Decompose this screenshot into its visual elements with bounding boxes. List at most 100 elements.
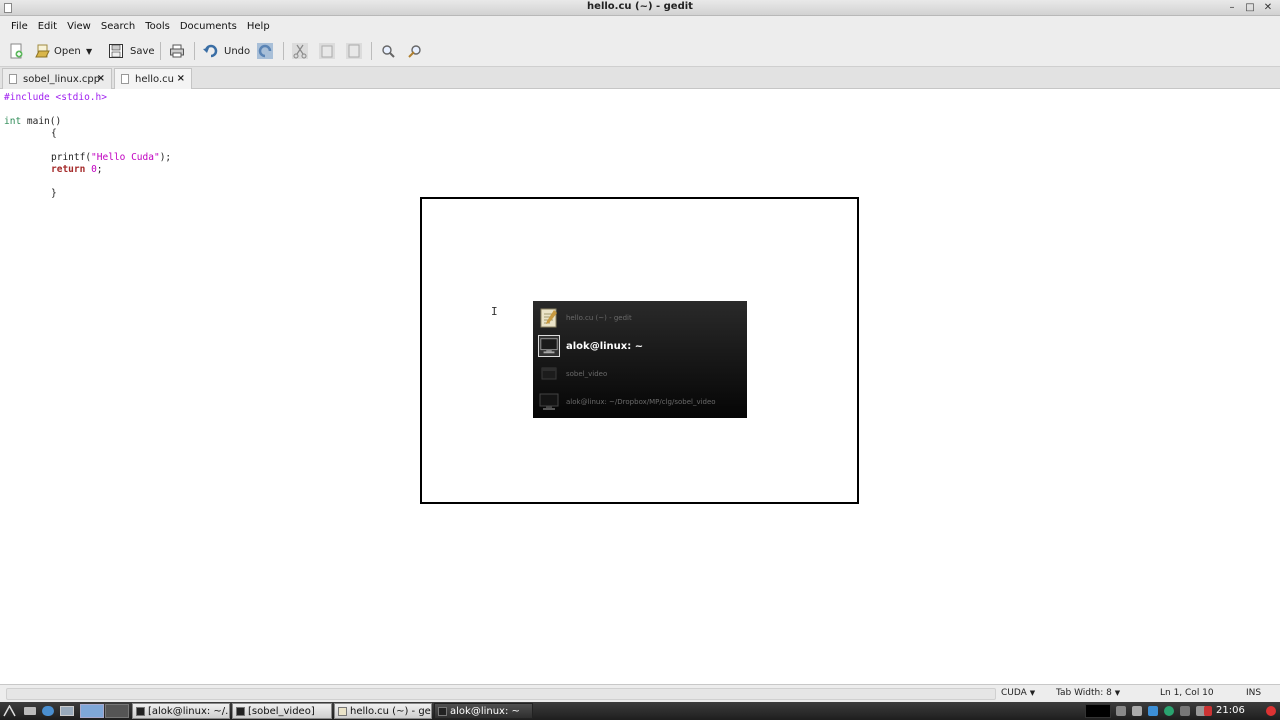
dropbox-icon[interactable] xyxy=(1148,706,1158,716)
toolbar-separator xyxy=(194,42,195,60)
status-bar: CUDA ▼ Tab Width: 8 ▼ Ln 1, Col 10 INS xyxy=(0,684,1280,702)
code-line: #include <stdio.h> xyxy=(4,92,107,103)
open-button[interactable]: Open xyxy=(34,41,81,61)
clock: 21:06 xyxy=(1216,705,1245,716)
text-editor-icon xyxy=(540,308,557,328)
undo-button[interactable]: Undo xyxy=(203,41,250,61)
paste-button[interactable] xyxy=(346,41,362,61)
new-button[interactable] xyxy=(8,41,24,61)
file-icon xyxy=(9,74,17,84)
browser-icon[interactable] xyxy=(42,706,54,716)
menu-tools[interactable]: Tools xyxy=(140,21,175,32)
taskbar: [alok@linux: ~/... [sobel_video] hello.c… xyxy=(0,702,1280,720)
code-line: } xyxy=(51,188,57,199)
minimize-all-icon[interactable] xyxy=(24,707,36,715)
menu-edit[interactable]: Edit xyxy=(33,21,62,32)
language-selector[interactable]: CUDA ▼ xyxy=(1001,688,1035,698)
terminal-icon xyxy=(539,393,559,410)
replace-icon xyxy=(408,45,421,58)
toolbar-separator xyxy=(283,42,284,60)
workspace-1[interactable] xyxy=(80,704,104,718)
print-button[interactable] xyxy=(169,41,185,61)
close-tab-icon[interactable]: × xyxy=(177,73,185,84)
close-tab-icon[interactable]: × xyxy=(97,73,105,84)
toolbar: Open ▼ Save Undo xyxy=(0,36,1280,67)
save-label: Save xyxy=(130,45,155,57)
terminal-icon xyxy=(136,706,145,716)
task-sobel-video[interactable]: [sobel_video] xyxy=(232,703,332,719)
switcher-item-gedit[interactable]: hello.cu (~) - gedit xyxy=(533,304,747,332)
cursor-position: Ln 1, Col 10 xyxy=(1160,688,1214,698)
find-button[interactable] xyxy=(380,41,396,61)
power-icon[interactable] xyxy=(1266,706,1276,716)
copy-button[interactable] xyxy=(319,41,335,61)
file-icon xyxy=(121,74,129,84)
task-terminal-home[interactable]: alok@linux: ~ xyxy=(434,703,533,719)
terminal-icon xyxy=(538,335,560,357)
save-icon xyxy=(109,44,123,58)
code-line: printf("Hello Cuda"); xyxy=(51,152,172,163)
record-icon[interactable] xyxy=(1204,706,1212,716)
tab-hello-cu[interactable]: hello.cu × xyxy=(114,68,192,89)
menu-documents[interactable]: Documents xyxy=(175,21,242,32)
paste-icon xyxy=(346,43,362,59)
text-cursor-icon: I xyxy=(491,305,498,318)
switcher-item-terminal-home[interactable]: alok@linux: ~ xyxy=(533,332,747,360)
terminal-icon xyxy=(438,706,447,716)
code-line: return 0; xyxy=(51,164,103,175)
chevron-down-icon: ▼ xyxy=(86,46,93,56)
insert-mode: INS xyxy=(1246,688,1262,698)
open-label: Open xyxy=(54,45,81,57)
undo-icon xyxy=(203,44,218,58)
replace-button[interactable] xyxy=(407,41,423,61)
chevron-down-icon: ▼ xyxy=(1114,689,1121,697)
save-button[interactable]: Save xyxy=(108,41,155,61)
close-button[interactable]: ✕ xyxy=(1262,2,1274,13)
toolbar-separator xyxy=(160,42,161,60)
tab-label: hello.cu xyxy=(135,73,175,85)
redo-icon xyxy=(257,43,273,59)
status-message-area xyxy=(6,688,996,700)
task-gedit[interactable]: hello.cu (~) - gedit xyxy=(334,703,432,719)
title-bar: hello.cu (~) - gedit – □ ✕ xyxy=(0,0,1280,16)
cut-button[interactable] xyxy=(292,41,308,61)
menu-search[interactable]: Search xyxy=(96,21,140,32)
tab-label: sobel_linux.cpp xyxy=(23,73,101,85)
code-line: int main() xyxy=(4,116,62,127)
undo-label: Undo xyxy=(224,45,251,57)
notes-icon[interactable] xyxy=(1132,706,1142,716)
switcher-item-terminal-sobel[interactable]: alok@linux: ~/Dropbox/MP/clg/sobel_video xyxy=(533,388,747,416)
print-icon xyxy=(170,44,184,58)
window-title: hello.cu (~) - gedit xyxy=(587,1,693,12)
cpu-monitor xyxy=(1085,704,1111,718)
start-menu-icon[interactable] xyxy=(3,705,16,717)
redo-button[interactable] xyxy=(257,41,273,61)
copy-icon xyxy=(319,43,335,59)
tab-bar: sobel_linux.cpp × hello.cu × xyxy=(0,67,1280,89)
code-line: { xyxy=(51,128,57,139)
menu-bar: File Edit View Search Tools Documents He… xyxy=(0,16,1280,36)
network-icon[interactable] xyxy=(1164,706,1174,716)
battery-icon[interactable] xyxy=(1180,706,1190,716)
workspace-2[interactable] xyxy=(105,704,129,718)
menu-file[interactable]: File xyxy=(6,21,33,32)
switcher-item-sobel-video[interactable]: sobel_video xyxy=(533,360,747,388)
task-terminal-sobel[interactable]: [alok@linux: ~/... xyxy=(132,703,230,719)
maximize-button[interactable]: □ xyxy=(1244,2,1256,13)
minimize-button[interactable]: – xyxy=(1226,2,1238,13)
desktop-icon[interactable] xyxy=(60,706,74,716)
window-switcher: hello.cu (~) - gedit alok@linux: ~ sobel… xyxy=(533,301,747,418)
open-dropdown-button[interactable]: ▼ xyxy=(86,41,92,61)
video-window-icon xyxy=(236,706,245,716)
tab-width-selector[interactable]: Tab Width: 8 ▼ xyxy=(1056,688,1120,698)
cut-icon xyxy=(292,43,308,59)
clipboard-icon[interactable] xyxy=(1116,706,1126,716)
tab-sobel-linux-cpp[interactable]: sobel_linux.cpp × xyxy=(2,68,112,89)
video-window-icon xyxy=(541,367,557,380)
toolbar-separator xyxy=(371,42,372,60)
open-file-icon xyxy=(35,44,50,58)
menu-view[interactable]: View xyxy=(62,21,96,32)
chevron-down-icon: ▼ xyxy=(1029,689,1036,697)
text-editor-icon xyxy=(338,706,347,716)
menu-help[interactable]: Help xyxy=(242,21,275,32)
